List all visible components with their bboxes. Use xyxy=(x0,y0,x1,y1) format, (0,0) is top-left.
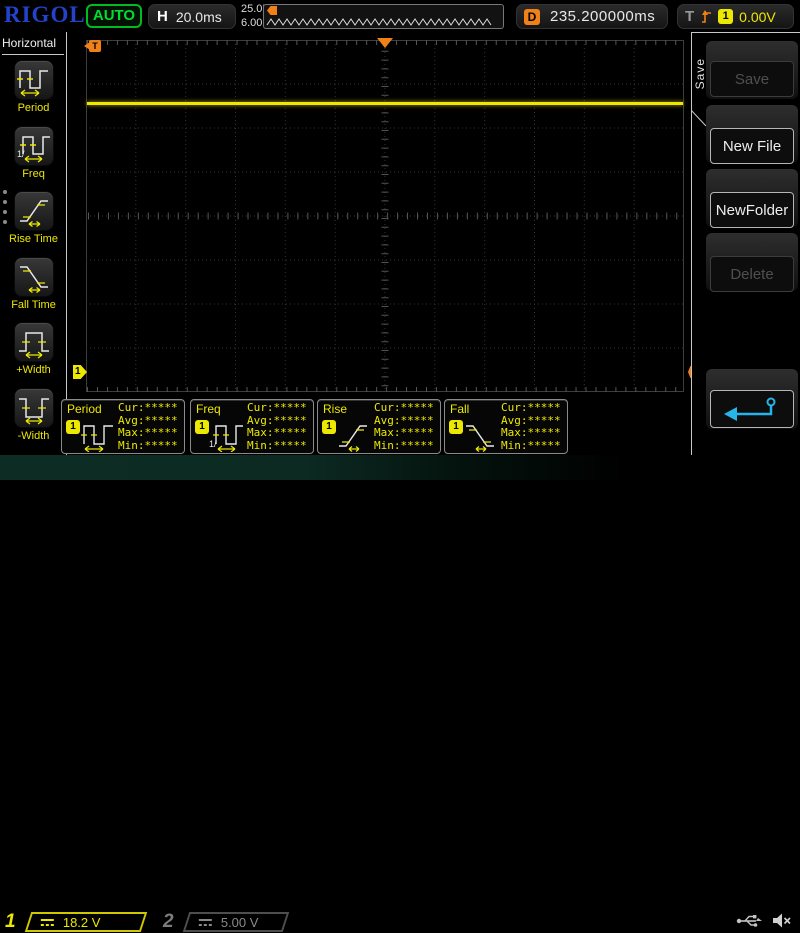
fall-time-icon xyxy=(463,416,499,452)
channel1-trace xyxy=(87,102,683,105)
horizontal-scale-box[interactable]: H 20.0ms xyxy=(148,4,236,29)
plus-width-icon xyxy=(17,325,51,359)
source-badge: 1 xyxy=(322,420,336,434)
source-badge: 1 xyxy=(195,420,209,434)
trigger-label: T xyxy=(685,8,694,25)
channel2-scale: 5.00 V xyxy=(221,915,259,930)
source-badge: 1 xyxy=(66,420,80,434)
new-file-button[interactable]: New File xyxy=(710,128,794,164)
menu-item-label: +Width xyxy=(0,364,67,376)
period-icon xyxy=(80,416,116,452)
measurement-readings: Cur:***** Avg:***** Max:***** Min:***** xyxy=(247,402,307,452)
horizontal-scale-value: 20.0ms xyxy=(176,9,222,25)
measurement-readings: Cur:***** Avg:***** Max:***** Min:***** xyxy=(501,402,561,452)
rise-time-icon xyxy=(336,416,372,452)
delay-badge: D xyxy=(524,9,540,25)
left-menu-title: Horizontal xyxy=(2,36,64,55)
menu-item-period[interactable]: Period xyxy=(0,60,67,114)
menu-item-label: Rise Time xyxy=(0,233,67,245)
svg-text:1/: 1/ xyxy=(209,439,217,449)
usb-icon xyxy=(736,913,762,928)
freq-icon: 1/ xyxy=(209,416,245,452)
channel-status-bar: 1 18.2 V 2 5.00 V xyxy=(0,455,800,480)
menu-item-freq[interactable]: 1/ Freq xyxy=(0,126,67,180)
menu-item-fall-time[interactable]: Fall Time xyxy=(0,257,67,311)
channel2-scale-box[interactable]: 5.00 V xyxy=(183,912,289,932)
channel2-number[interactable]: 2 xyxy=(163,911,174,933)
trigger-position-triangle-icon[interactable] xyxy=(377,38,393,48)
save-button[interactable]: Save xyxy=(710,61,794,97)
trigger-level-value: 0.00V xyxy=(739,9,776,25)
minus-width-icon xyxy=(17,391,51,425)
menu-item-label: Freq xyxy=(0,168,67,180)
trigger-offscreen-marker: T xyxy=(84,40,101,52)
channel1-scale-box[interactable]: 18.2 V xyxy=(25,912,147,932)
save-tab-divider xyxy=(691,110,707,127)
measurement-panel-fall[interactable]: Fall 1 Cur:***** Avg:***** Max:***** Min… xyxy=(444,399,568,454)
rising-edge-icon xyxy=(700,9,712,24)
delete-button[interactable]: Delete xyxy=(710,256,794,292)
speaker-muted-icon xyxy=(772,912,792,929)
source-badge: 1 xyxy=(449,420,463,434)
svg-text:1/: 1/ xyxy=(17,149,25,159)
dc-coupling-icon xyxy=(198,917,213,928)
period-icon xyxy=(17,63,51,97)
waveform-display[interactable]: T 1 xyxy=(86,40,684,392)
trigger-info-box[interactable]: T 1 0.00V xyxy=(677,4,794,29)
top-status-bar: RIGOL AUTO H 20.0ms 25.0MSa/s 6.00M pts … xyxy=(0,0,800,32)
measurement-readings: Cur:***** Avg:***** Max:***** Min:***** xyxy=(118,402,178,452)
menu-item-label: -Width xyxy=(0,430,67,442)
back-button[interactable] xyxy=(710,390,794,428)
channel1-position-marker[interactable]: 1 xyxy=(73,365,87,379)
menu-item-label: Period xyxy=(0,102,67,114)
fall-time-icon xyxy=(17,260,51,294)
freq-icon: 1/ xyxy=(17,129,51,163)
channel1-scale: 18.2 V xyxy=(63,915,101,930)
system-status-icons xyxy=(736,912,792,929)
left-measure-menu: Horizontal Period 1/ Freq Rise Time xyxy=(0,32,67,455)
memory-waveform-preview[interactable] xyxy=(263,4,504,29)
measurement-readings: Cur:***** Avg:***** Max:***** Min:***** xyxy=(374,402,434,452)
run-status-badge[interactable]: AUTO xyxy=(86,4,142,28)
menu-item-plus-width[interactable]: +Width xyxy=(0,322,67,376)
graticule xyxy=(86,40,684,392)
save-menu-tab: Save xyxy=(693,58,707,89)
channel1-number[interactable]: 1 xyxy=(5,911,16,933)
return-arrow-icon xyxy=(721,395,783,423)
menu-item-rise-time[interactable]: Rise Time xyxy=(0,191,67,245)
rigol-logo: RIGOL xyxy=(4,2,86,28)
new-folder-button[interactable]: NewFolder xyxy=(710,192,794,228)
measurement-panel-freq[interactable]: Freq 1 1/ Cur:***** Avg:***** Max:***** … xyxy=(190,399,314,454)
menu-item-label: Fall Time xyxy=(0,299,67,311)
menu-page-dots xyxy=(3,190,8,230)
measurement-panel-rise[interactable]: Rise 1 Cur:***** Avg:***** Max:***** Min… xyxy=(317,399,441,454)
trigger-preview-marker-icon xyxy=(267,6,277,15)
horizontal-label: H xyxy=(157,8,168,25)
preview-wave-icon xyxy=(266,16,502,27)
delay-value: 235.200000ms xyxy=(550,8,655,25)
dc-coupling-icon xyxy=(40,917,55,928)
delay-offset-box[interactable]: D 235.200000ms xyxy=(516,4,668,29)
rise-time-icon xyxy=(17,194,51,228)
trigger-source-badge: 1 xyxy=(718,9,733,24)
measurement-panel-period[interactable]: Period 1 Cur:***** Avg:***** Max:***** M… xyxy=(61,399,185,454)
menu-item-minus-width[interactable]: -Width xyxy=(0,388,67,442)
